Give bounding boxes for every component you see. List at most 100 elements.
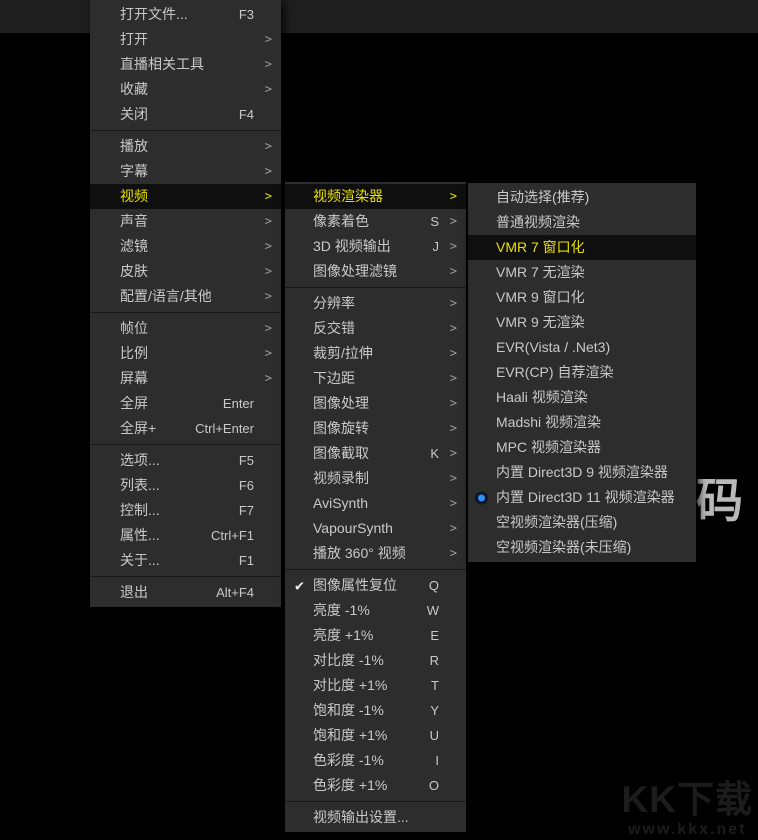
menu-item-label: MPC 视频渲染器: [496, 435, 601, 460]
menu-item[interactable]: VMR 7 窗口化>: [468, 235, 696, 260]
menu-item-label: 控制...: [120, 498, 160, 523]
menu-item-shortcut: F4: [239, 102, 254, 127]
menu-item-label: 像素着色: [313, 209, 369, 234]
menu-item[interactable]: VMR 9 窗口化>: [468, 285, 696, 310]
menu-item[interactable]: 选项...F5>: [90, 448, 281, 473]
menu-item[interactable]: 视频输出设置...>: [285, 805, 466, 830]
menu-item-label: 裁剪/拉伸: [313, 341, 373, 366]
menu-item-label: 图像旋转: [313, 416, 369, 441]
menu-item[interactable]: 关于...F1>: [90, 548, 281, 573]
submenu-arrow-icon: >: [443, 341, 457, 366]
menu-item[interactable]: VapourSynth>: [285, 516, 466, 541]
menu-item[interactable]: 声音>: [90, 209, 281, 234]
menu-item[interactable]: 控制...F7>: [90, 498, 281, 523]
menu-item[interactable]: 皮肤>: [90, 259, 281, 284]
menu-item-label: 打开: [120, 27, 148, 52]
submenu-arrow-icon: >: [258, 316, 272, 341]
submenu-arrow-icon: >: [258, 341, 272, 366]
menu-item[interactable]: 视频渲染器>: [285, 184, 466, 209]
menu-item-label: 属性...: [120, 523, 160, 548]
menu-item-label: 关于...: [120, 548, 160, 573]
menu-item[interactable]: 分辨率>: [285, 291, 466, 316]
menu-item[interactable]: 色彩度 -1%I>: [285, 748, 466, 773]
menu-item[interactable]: 反交错>: [285, 316, 466, 341]
menu-item[interactable]: 内置 Direct3D 11 视频渲染器>: [468, 485, 696, 510]
menu-item-label: 比例: [120, 341, 148, 366]
menu-item[interactable]: 3D 视频输出J>: [285, 234, 466, 259]
menu-item[interactable]: 直播相关工具>: [90, 52, 281, 77]
menu-item[interactable]: 色彩度 +1%O>: [285, 773, 466, 798]
menu-item[interactable]: 打开文件...F3>: [90, 2, 281, 27]
menu-item[interactable]: 饱和度 +1%U>: [285, 723, 466, 748]
menu-item[interactable]: 图像处理滤镜>: [285, 259, 466, 284]
menu-item[interactable]: 滤镜>: [90, 234, 281, 259]
menu-item[interactable]: 屏幕>: [90, 366, 281, 391]
menu-item[interactable]: 全屏+Ctrl+Enter>: [90, 416, 281, 441]
menu-item[interactable]: 配置/语言/其他>: [90, 284, 281, 309]
menu-item[interactable]: 空视频渲染器(压缩)>: [468, 510, 696, 535]
menu-item[interactable]: 空视频渲染器(未压缩)>: [468, 535, 696, 560]
menu-item-shortcut: T: [431, 673, 439, 698]
menu-item[interactable]: 比例 >: [90, 341, 281, 366]
submenu-arrow-icon: >: [258, 366, 272, 391]
menu-item[interactable]: 播放>: [90, 134, 281, 159]
menu-item-label: 空视频渲染器(未压缩): [496, 535, 631, 560]
menu-item-label: 滤镜: [120, 234, 148, 259]
menu-item[interactable]: 全屏Enter>: [90, 391, 281, 416]
submenu-video-renderer: 自动选择(推荐)>普通视频渲染>VMR 7 窗口化>VMR 7 无渲染>VMR …: [468, 183, 696, 562]
menu-item[interactable]: VMR 7 无渲染>: [468, 260, 696, 285]
submenu-arrow-icon: >: [258, 209, 272, 234]
menu-item-label: 图像处理: [313, 391, 369, 416]
menu-item-label: AviSynth: [313, 491, 368, 516]
menu-item[interactable]: 自动选择(推荐)>: [468, 185, 696, 210]
menu-item[interactable]: 视频>: [90, 184, 281, 209]
menu-item[interactable]: 亮度 -1%W>: [285, 598, 466, 623]
menu-item-label: VMR 9 窗口化: [496, 285, 585, 310]
menu-item[interactable]: 帧位>: [90, 316, 281, 341]
menu-item[interactable]: Haali 视频渲染>: [468, 385, 696, 410]
menu-item[interactable]: 普通视频渲染>: [468, 210, 696, 235]
menu-item[interactable]: 字幕>: [90, 159, 281, 184]
menu-item[interactable]: 内置 Direct3D 9 视频渲染器>: [468, 460, 696, 485]
menu-item[interactable]: 裁剪/拉伸 >: [285, 341, 466, 366]
menu-item[interactable]: 播放 360° 视频>: [285, 541, 466, 566]
menu-item[interactable]: 对比度 -1%R>: [285, 648, 466, 673]
menu-item[interactable]: 图像处理>: [285, 391, 466, 416]
menu-item[interactable]: VMR 9 无渲染>: [468, 310, 696, 335]
watermark-url: www.kkx.net: [622, 822, 753, 838]
menu-item-shortcut: U: [430, 723, 439, 748]
menu-item[interactable]: MPC 视频渲染器>: [468, 435, 696, 460]
menu-item[interactable]: 视频录制>: [285, 466, 466, 491]
submenu-arrow-icon: >: [258, 52, 272, 77]
menu-item[interactable]: ✔图像属性复位Q>: [285, 573, 466, 598]
menu-item[interactable]: 退出Alt+F4>: [90, 580, 281, 605]
radio-selected-icon: [475, 491, 488, 504]
menu-separator: [90, 444, 281, 445]
menu-item[interactable]: EVR(CP) 自荐渲染>: [468, 360, 696, 385]
menu-item-label: EVR(CP) 自荐渲染: [496, 360, 613, 385]
menu-item[interactable]: EVR(Vista / .Net3)>: [468, 335, 696, 360]
menu-item[interactable]: 打开>: [90, 27, 281, 52]
menu-item-label: 全屏+: [120, 416, 156, 441]
menu-item[interactable]: 属性...Ctrl+F1>: [90, 523, 281, 548]
submenu-arrow-icon: >: [443, 259, 457, 284]
menu-item[interactable]: 图像旋转>: [285, 416, 466, 441]
menu-item[interactable]: 图像截取K>: [285, 441, 466, 466]
menu-item-label: 3D 视频输出: [313, 234, 391, 259]
menu-item-shortcut: F7: [239, 498, 254, 523]
menu-item[interactable]: 饱和度 -1%Y>: [285, 698, 466, 723]
menu-item[interactable]: 对比度 +1%T>: [285, 673, 466, 698]
menu-item[interactable]: 关闭F4>: [90, 102, 281, 127]
menu-item-shortcut: K: [430, 441, 439, 466]
menu-item-shortcut: Alt+F4: [216, 580, 254, 605]
menu-item[interactable]: 像素着色S>: [285, 209, 466, 234]
menu-separator: [285, 569, 466, 570]
menu-item[interactable]: Madshi 视频渲染>: [468, 410, 696, 435]
menu-item[interactable]: 下边距>: [285, 366, 466, 391]
menu-item-shortcut: O: [429, 773, 439, 798]
submenu-arrow-icon: >: [258, 77, 272, 102]
menu-item[interactable]: 亮度 +1%E>: [285, 623, 466, 648]
menu-item[interactable]: 收藏>: [90, 77, 281, 102]
menu-item[interactable]: AviSynth>: [285, 491, 466, 516]
menu-item[interactable]: 列表...F6>: [90, 473, 281, 498]
